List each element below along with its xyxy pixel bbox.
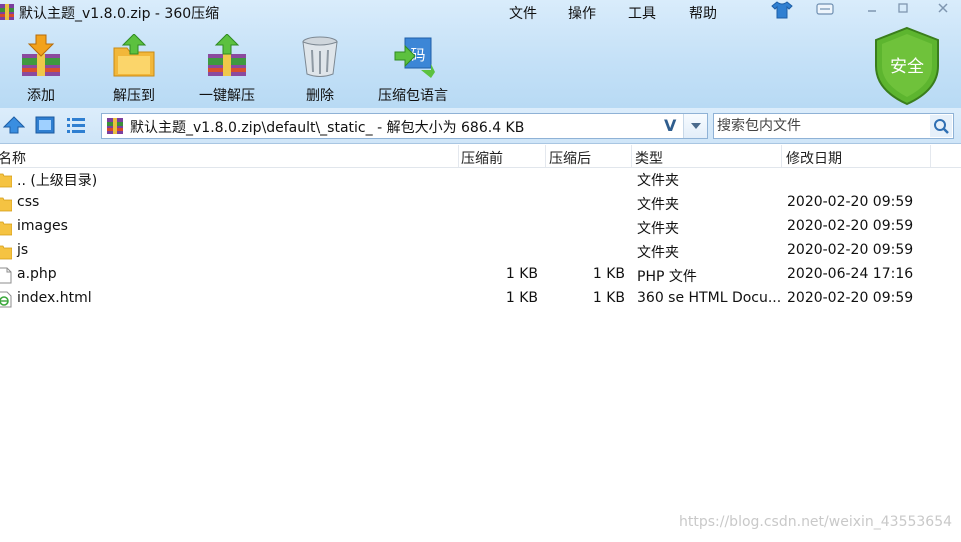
extract-to-button[interactable]: 解压到 bbox=[91, 34, 177, 104]
file-list-header: 名称 压缩前 压缩后 类型 修改日期 bbox=[0, 145, 961, 168]
table-row[interactable]: index.html 1 KB 1 KB 360 se HTML Docu...… bbox=[0, 288, 961, 312]
archive-language-button[interactable]: 码 压缩包语言 bbox=[370, 34, 456, 104]
search-box bbox=[713, 113, 954, 139]
file-type: 360 se HTML Docu... bbox=[637, 290, 782, 306]
column-size[interactable]: 压缩后 bbox=[549, 148, 591, 168]
folder-icon bbox=[0, 173, 12, 188]
zip-file-icon bbox=[107, 118, 123, 134]
menu-help[interactable]: 帮助 bbox=[689, 3, 717, 23]
up-arrow-icon[interactable] bbox=[3, 115, 25, 135]
column-divider[interactable] bbox=[930, 145, 931, 167]
feedback-icon[interactable] bbox=[816, 2, 834, 18]
file-size: 1 KB bbox=[592, 290, 625, 306]
one-click-extract-icon bbox=[208, 34, 246, 76]
extract-to-label: 解压到 bbox=[113, 88, 155, 104]
window-title: 默认主题_v1.8.0.zip - 360压缩 bbox=[19, 6, 220, 22]
file-name: a.php bbox=[17, 266, 57, 282]
file-type: 文件夹 bbox=[637, 245, 679, 261]
column-packed[interactable]: 压缩前 bbox=[461, 148, 503, 168]
zip-app-icon bbox=[0, 4, 14, 20]
file-type: 文件夹 bbox=[637, 221, 679, 237]
add-archive-icon bbox=[22, 34, 60, 76]
close-icon bbox=[938, 3, 948, 13]
safe-badge-text: 安全 bbox=[890, 57, 924, 77]
file-size: 1 KB bbox=[592, 266, 625, 282]
file-name: images bbox=[17, 218, 68, 234]
column-modified[interactable]: 修改日期 bbox=[786, 148, 842, 168]
language-icon: 码 bbox=[394, 37, 435, 78]
add-button[interactable]: 添加 bbox=[0, 34, 84, 104]
maximize-icon bbox=[898, 3, 908, 13]
file-name: js bbox=[17, 242, 29, 258]
address-path: 默认主题_v1.8.0.zip\default\_static_ - 解包大小为… bbox=[130, 120, 525, 136]
search-icon[interactable] bbox=[930, 115, 952, 137]
add-label: 添加 bbox=[27, 88, 55, 104]
file-modified: 2020-02-20 09:59 bbox=[787, 218, 914, 234]
column-type[interactable]: 类型 bbox=[635, 148, 663, 168]
close-button[interactable] bbox=[933, 2, 953, 18]
trash-icon bbox=[302, 36, 338, 77]
table-row[interactable]: a.php 1 KB 1 KB PHP 文件 2020-06-24 17:16 bbox=[0, 264, 961, 288]
file-modified: 2020-02-20 09:59 bbox=[787, 290, 914, 306]
security-shield-icon[interactable]: 安全 bbox=[872, 26, 942, 106]
column-divider[interactable] bbox=[781, 145, 782, 167]
file-type: 文件夹 bbox=[637, 173, 679, 189]
one-click-extract-label: 一键解压 bbox=[199, 88, 255, 104]
search-input[interactable] bbox=[717, 116, 927, 136]
one-click-extract-button[interactable]: 一键解压 bbox=[184, 34, 270, 104]
chevron-down-icon bbox=[691, 123, 701, 129]
folder-icon bbox=[0, 197, 12, 212]
watermark-text: https://blog.csdn.net/weixin_43553654 bbox=[679, 514, 953, 530]
list-view-icon[interactable] bbox=[65, 115, 87, 135]
address-bar-row: 默认主题_v1.8.0.zip\default\_static_ - 解包大小为… bbox=[0, 108, 961, 144]
column-divider[interactable] bbox=[545, 145, 546, 167]
minimize-button[interactable] bbox=[862, 2, 882, 18]
minimize-icon bbox=[868, 10, 876, 12]
file-modified: 2020-02-20 09:59 bbox=[787, 242, 914, 258]
address-dropdown-button[interactable] bbox=[683, 114, 707, 138]
column-divider[interactable] bbox=[458, 145, 459, 167]
column-divider[interactable] bbox=[631, 145, 632, 167]
large-icon-view-icon[interactable] bbox=[34, 115, 56, 135]
folder-icon bbox=[0, 245, 12, 260]
column-name[interactable]: 名称 bbox=[0, 148, 26, 168]
menu-operate[interactable]: 操作 bbox=[568, 3, 596, 23]
menu-tools[interactable]: 工具 bbox=[628, 3, 656, 23]
file-name: index.html bbox=[17, 290, 92, 306]
maximize-button[interactable] bbox=[893, 2, 913, 18]
delete-label: 删除 bbox=[306, 88, 334, 104]
extract-folder-icon bbox=[113, 34, 155, 77]
shirt-skin-icon[interactable] bbox=[771, 1, 793, 19]
address-v-icon[interactable]: V bbox=[664, 116, 676, 135]
title-bar: 默认主题_v1.8.0.zip - 360压缩 文件 操作 工具 帮助 bbox=[0, 0, 961, 26]
file-type: 文件夹 bbox=[637, 197, 679, 213]
html-file-icon bbox=[0, 291, 12, 308]
file-name: .. (上级目录) bbox=[17, 173, 98, 189]
window-chrome: 默认主题_v1.8.0.zip - 360压缩 文件 操作 工具 帮助 添加 解… bbox=[0, 0, 961, 108]
table-row[interactable]: .. (上级目录) 文件夹 bbox=[0, 168, 961, 192]
table-row[interactable]: css 文件夹 2020-02-20 09:59 bbox=[0, 192, 961, 216]
table-row[interactable]: images 文件夹 2020-02-20 09:59 bbox=[0, 216, 961, 240]
archive-language-label: 压缩包语言 bbox=[378, 88, 448, 104]
file-packed: 1 KB bbox=[505, 290, 538, 306]
file-modified: 2020-02-20 09:59 bbox=[787, 194, 914, 210]
folder-icon bbox=[0, 221, 12, 236]
file-name: css bbox=[17, 194, 40, 210]
file-modified: 2020-06-24 17:16 bbox=[787, 266, 914, 282]
address-field[interactable]: 默认主题_v1.8.0.zip\default\_static_ - 解包大小为… bbox=[101, 113, 708, 139]
menu-file[interactable]: 文件 bbox=[509, 3, 537, 23]
file-packed: 1 KB bbox=[505, 266, 538, 282]
table-row[interactable]: js 文件夹 2020-02-20 09:59 bbox=[0, 240, 961, 264]
file-icon bbox=[0, 267, 12, 284]
file-type: PHP 文件 bbox=[637, 269, 697, 285]
delete-button[interactable]: 删除 bbox=[277, 34, 363, 104]
